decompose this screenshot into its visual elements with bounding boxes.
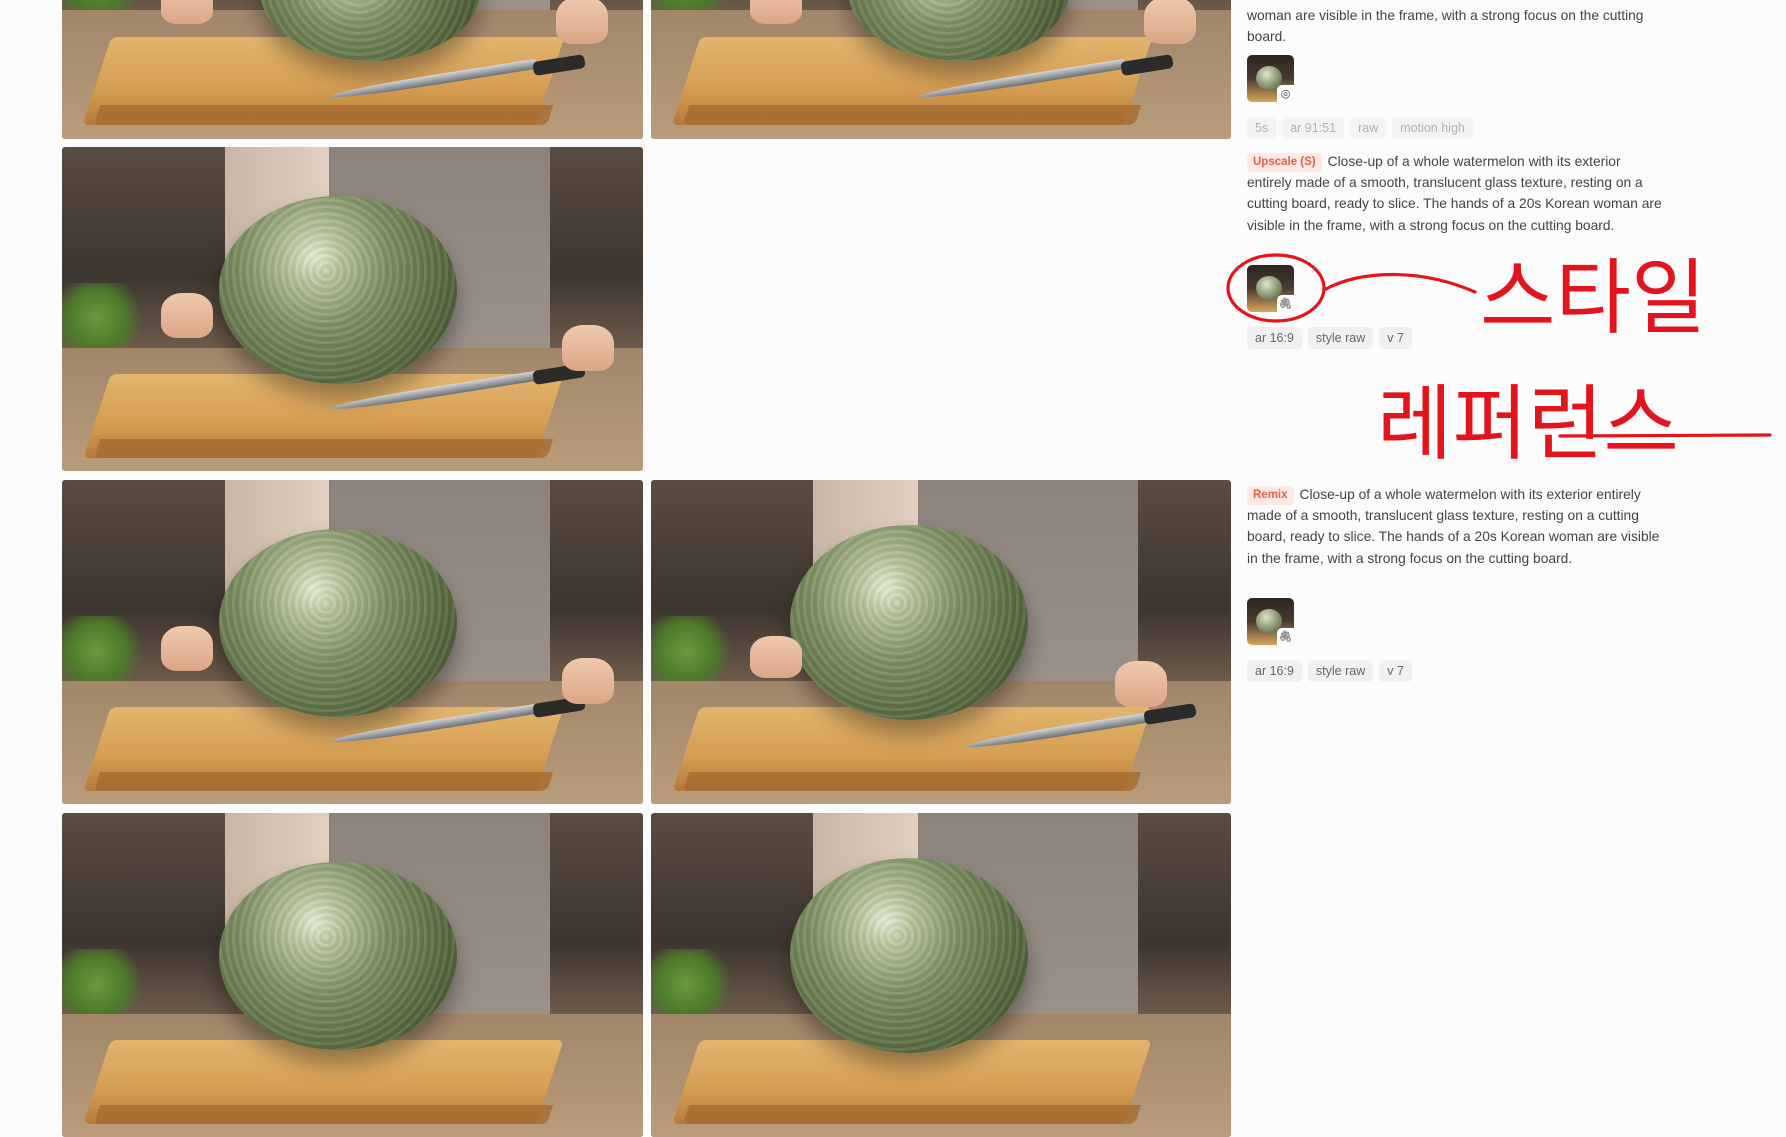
eye-icon: ◎ bbox=[1277, 85, 1294, 102]
generated-image[interactable] bbox=[62, 813, 643, 1137]
generated-image[interactable] bbox=[651, 0, 1231, 139]
parameter-tag[interactable]: ar 16:9 bbox=[1247, 327, 1302, 349]
job-details: Upscale (S) Close-up of a whole watermelo… bbox=[1247, 151, 1667, 236]
parameter-tag[interactable]: v 7 bbox=[1379, 327, 1412, 349]
parameter-tag[interactable]: motion high bbox=[1392, 117, 1473, 139]
prompt-text[interactable]: woman are visible in the frame, with a s… bbox=[1247, 5, 1667, 47]
generated-image[interactable] bbox=[62, 480, 643, 804]
annotation-line-2: 레퍼런스 bbox=[1377, 377, 1679, 472]
parameter-tags: 5s ar 91:51 raw motion high bbox=[1247, 117, 1473, 139]
parameter-tags: ar 16:9 style raw v 7 bbox=[1247, 660, 1412, 682]
remix-badge: Remix bbox=[1247, 486, 1294, 505]
paperclip-icon: 🖇 bbox=[1277, 295, 1294, 312]
pointer-line bbox=[1322, 272, 1477, 294]
job-details: Remix Close-up of a whole watermelon with… bbox=[1247, 484, 1667, 569]
style-reference-thumbnail[interactable]: 🖇 bbox=[1247, 265, 1294, 312]
generated-image[interactable] bbox=[651, 480, 1231, 804]
parameter-tag[interactable]: raw bbox=[1350, 117, 1387, 139]
annotation-line-1: 스타일 bbox=[1480, 251, 1706, 346]
parameter-tag[interactable]: style raw bbox=[1307, 327, 1374, 349]
job-details: woman are visible in the frame, with a s… bbox=[1247, 5, 1667, 47]
annotation-underline bbox=[1558, 433, 1772, 438]
parameter-tag[interactable]: ar 91:51 bbox=[1282, 117, 1345, 139]
paperclip-icon: 🖇 bbox=[1277, 628, 1294, 645]
prompt-text[interactable]: Remix Close-up of a whole watermelon with… bbox=[1247, 484, 1667, 569]
prompt-text[interactable]: Upscale (S) Close-up of a whole watermelo… bbox=[1247, 151, 1667, 236]
upscale-badge: Upscale (S) bbox=[1247, 153, 1322, 172]
parameter-tag[interactable]: 5s bbox=[1247, 117, 1277, 139]
parameter-tag[interactable]: style raw bbox=[1307, 660, 1374, 682]
generated-image[interactable] bbox=[651, 813, 1231, 1137]
parameter-tags: ar 16:9 style raw v 7 bbox=[1247, 327, 1412, 349]
generated-image[interactable] bbox=[62, 0, 643, 139]
style-reference-thumbnail[interactable]: 🖇 bbox=[1247, 598, 1294, 645]
image-reference-thumbnail[interactable]: ◎ bbox=[1247, 55, 1294, 102]
generated-image[interactable] bbox=[62, 147, 643, 471]
parameter-tag[interactable]: ar 16:9 bbox=[1247, 660, 1302, 682]
parameter-tag[interactable]: v 7 bbox=[1379, 660, 1412, 682]
